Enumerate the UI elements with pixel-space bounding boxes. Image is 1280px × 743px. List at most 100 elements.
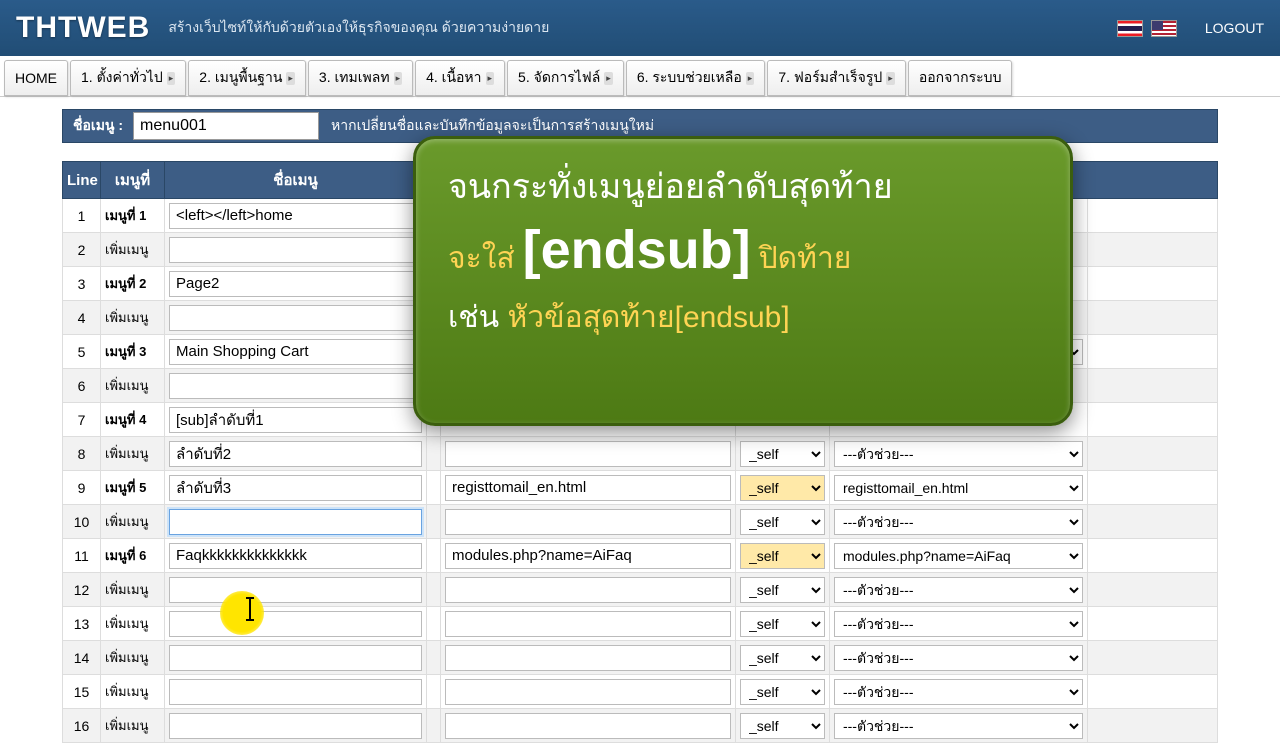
- nav-home[interactable]: HOME: [4, 60, 68, 96]
- cell-menu: เพิ่มเมนู: [101, 573, 165, 607]
- cell-name: [165, 505, 427, 539]
- logo: THTWEB: [16, 11, 150, 45]
- app-header: THTWEB สร้างเว็บไซท์ให้กับด้วยตัวเองให้ธ…: [0, 0, 1280, 56]
- header-left: THTWEB สร้างเว็บไซท์ให้กับด้วยตัวเองให้ธ…: [16, 11, 549, 45]
- flag-usa-icon[interactable]: [1151, 20, 1177, 37]
- chevron-right-icon: ▸: [746, 72, 755, 85]
- target-select[interactable]: _self: [740, 543, 825, 569]
- cell-target: _self: [735, 709, 829, 743]
- cell-helper: ---ตัวช่วย---: [829, 641, 1087, 675]
- nav-item-7[interactable]: 7. ฟอร์มสำเร็จรูป▸: [767, 60, 906, 96]
- cell-line: 15: [63, 675, 101, 709]
- target-select[interactable]: _self: [740, 577, 825, 603]
- cell-menu: เมนูที่ 5: [101, 471, 165, 505]
- menu-name-field[interactable]: [169, 611, 422, 637]
- table-row: 8เพิ่มเมนู_self---ตัวช่วย---: [63, 437, 1218, 471]
- menu-name-field[interactable]: [169, 373, 422, 399]
- cell-url: [441, 709, 736, 743]
- helper-select[interactable]: ---ตัวช่วย---: [834, 679, 1083, 705]
- flag-thailand-icon[interactable]: [1117, 20, 1143, 37]
- chevron-right-icon: ▸: [394, 72, 403, 85]
- menu-name-field[interactable]: [169, 713, 422, 739]
- target-select[interactable]: _self: [740, 679, 825, 705]
- menu-name-field[interactable]: [169, 475, 422, 501]
- logout-link[interactable]: LOGOUT: [1205, 20, 1264, 36]
- cell-menu: เมนูที่ 3: [101, 335, 165, 369]
- cell-extra: [1087, 709, 1217, 743]
- helper-select[interactable]: ---ตัวช่วย---: [834, 509, 1083, 535]
- cell-menu: เพิ่มเมนู: [101, 607, 165, 641]
- menu-name-field[interactable]: [169, 305, 422, 331]
- cell-extra: [1087, 199, 1217, 233]
- table-row: 12เพิ่มเมนู _self ---ตัวช่วย---: [63, 573, 1218, 607]
- menu-name-field[interactable]: [169, 339, 422, 365]
- target-select[interactable]: _self: [740, 611, 825, 637]
- cell-line: 13: [63, 607, 101, 641]
- url-field[interactable]: [445, 645, 731, 671]
- helper-select[interactable]: ---ตัวช่วย---: [834, 611, 1083, 637]
- tooltip-text: จะใส่: [448, 235, 515, 282]
- menu-name-field[interactable]: [169, 203, 422, 229]
- cell-helper: ---ตัวช่วย---: [829, 709, 1087, 743]
- cell-spacer: [427, 641, 441, 675]
- menu-name-field[interactable]: [169, 271, 422, 297]
- cell-line: 7: [63, 403, 101, 437]
- menu-name-field[interactable]: [169, 441, 422, 467]
- cell-extra: [1087, 573, 1217, 607]
- nav-label: 6. ระบบช่วยเหลือ: [637, 67, 742, 89]
- nav-item-5[interactable]: 5. จัดการไฟล์▸: [507, 60, 624, 96]
- helper-select[interactable]: ---ตัวช่วย---: [834, 441, 1083, 467]
- url-field[interactable]: [445, 713, 731, 739]
- cell-menu: เมนูที่ 4: [101, 403, 165, 437]
- chevron-right-icon: ▸: [886, 72, 895, 85]
- cell-name: [165, 709, 427, 743]
- tooltip-example: หัวข้อสุดท้าย[endsub]: [507, 301, 789, 334]
- url-field[interactable]: [445, 441, 731, 467]
- helper-select[interactable]: registtomail_en.html: [834, 475, 1083, 501]
- url-field[interactable]: [445, 679, 731, 705]
- helper-select[interactable]: ---ตัวช่วย---: [834, 645, 1083, 671]
- cell-menu: เพิ่มเมนู: [101, 437, 165, 471]
- menu-name-field[interactable]: [169, 679, 422, 705]
- menu-name-input[interactable]: [133, 112, 319, 140]
- nav-exit[interactable]: ออกจากระบบ: [908, 60, 1013, 96]
- url-field[interactable]: [445, 543, 731, 569]
- cell-line: 11: [63, 539, 101, 573]
- url-field[interactable]: [445, 611, 731, 637]
- cell-target: _self: [735, 675, 829, 709]
- nav-item-1[interactable]: 1. ตั้งค่าทั่วไป▸: [70, 60, 186, 96]
- helper-select[interactable]: modules.php?name=AiFaq: [834, 543, 1083, 569]
- target-select[interactable]: _self: [740, 441, 825, 467]
- nav-item-6[interactable]: 6. ระบบช่วยเหลือ ▸: [626, 60, 765, 96]
- menu-name-field[interactable]: [169, 407, 422, 433]
- menu-name-field[interactable]: [169, 577, 422, 603]
- cell-line: 12: [63, 573, 101, 607]
- helper-select[interactable]: ---ตัวช่วย---: [834, 577, 1083, 603]
- cell-line: 3: [63, 267, 101, 301]
- url-field[interactable]: [445, 509, 731, 535]
- cell-spacer: [427, 437, 441, 471]
- url-field[interactable]: [445, 475, 731, 501]
- cell-extra: [1087, 369, 1217, 403]
- nav-item-3[interactable]: 3. เทมเพลท▸: [308, 60, 413, 96]
- cell-menu: เมนูที่ 6: [101, 539, 165, 573]
- cell-url: [441, 675, 736, 709]
- nav-item-2[interactable]: 2. เมนูพื้นฐาน▸: [188, 60, 306, 96]
- cell-url: [441, 471, 736, 505]
- cell-extra: [1087, 607, 1217, 641]
- helper-select[interactable]: ---ตัวช่วย---: [834, 713, 1083, 739]
- table-row: 10เพิ่มเมนู_self---ตัวช่วย---: [63, 505, 1218, 539]
- target-select[interactable]: _self: [740, 509, 825, 535]
- url-field[interactable]: [445, 577, 731, 603]
- target-select[interactable]: _self: [740, 645, 825, 671]
- cell-extra: [1087, 233, 1217, 267]
- nav-item-4[interactable]: 4. เนื้อหา▸: [415, 60, 505, 96]
- menu-name-field[interactable]: [169, 645, 422, 671]
- cell-url: [441, 437, 736, 471]
- target-select[interactable]: _self: [740, 475, 825, 501]
- menu-name-field[interactable]: [169, 509, 422, 535]
- target-select[interactable]: _self: [740, 713, 825, 739]
- cell-extra: [1087, 437, 1217, 471]
- menu-name-field[interactable]: [169, 237, 422, 263]
- menu-name-field[interactable]: [169, 543, 422, 569]
